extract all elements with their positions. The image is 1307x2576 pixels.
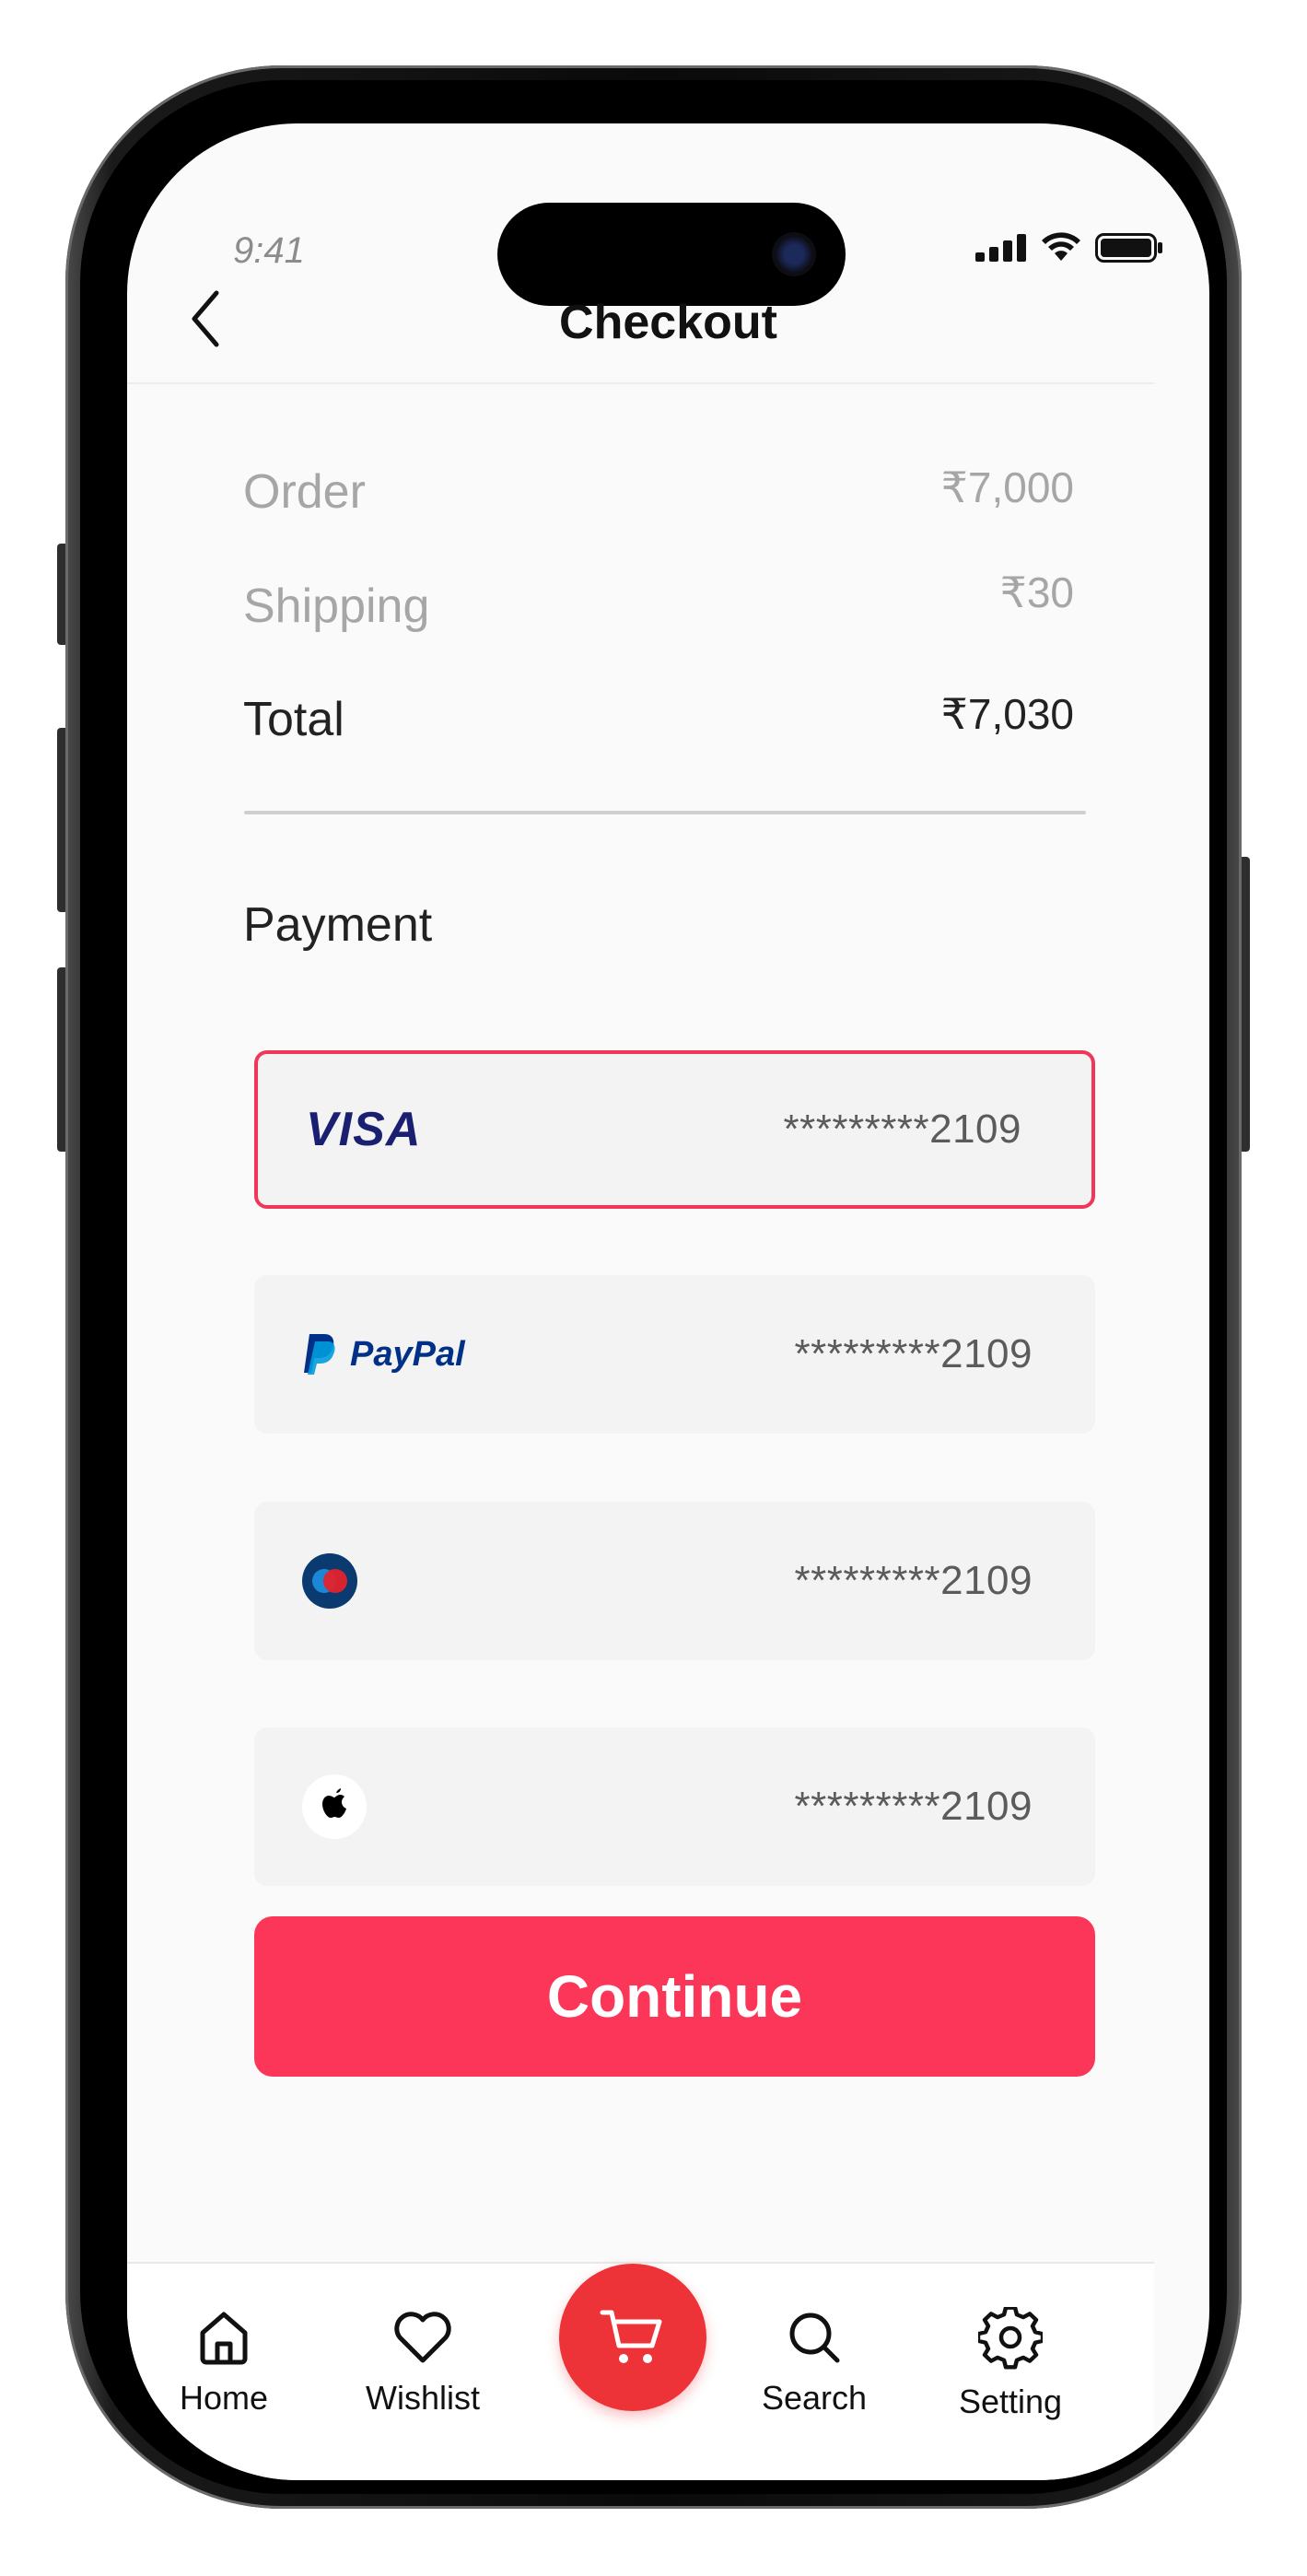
order-value: ₹7,000 xyxy=(940,463,1074,511)
payment-option-visa[interactable]: VISA *********2109 xyxy=(254,1050,1095,1209)
paypal-logo-text-full: PayPal xyxy=(350,1334,465,1374)
shipping-value: ₹30 xyxy=(999,568,1074,616)
tab-setting[interactable]: Setting xyxy=(932,2307,1089,2421)
wifi-icon xyxy=(1042,232,1080,261)
tab-home[interactable]: Home xyxy=(146,2307,302,2418)
card-number: *********2109 xyxy=(794,1331,1033,1376)
tab-search[interactable]: Search xyxy=(736,2307,893,2418)
cart-button[interactable] xyxy=(559,2264,706,2411)
continue-button[interactable]: Continue xyxy=(254,1916,1095,2077)
paypal-logo: PayPal xyxy=(302,1332,465,1376)
total-label: Total xyxy=(243,693,344,746)
status-time: 9:41 xyxy=(233,230,305,271)
app-screen: 9:41 Checkout Order ₹7,000 Shipping ₹30 … xyxy=(127,123,1209,2480)
dynamic-island xyxy=(497,203,846,306)
card-number: *********2109 xyxy=(794,1784,1033,1829)
total-value: ₹7,030 xyxy=(940,690,1074,738)
paypal-icon xyxy=(304,1334,335,1375)
order-label: Order xyxy=(243,465,366,519)
camera-icon xyxy=(772,232,816,276)
signal-icon xyxy=(975,234,1026,262)
payment-title: Payment xyxy=(243,898,433,952)
phone-frame: 9:41 Checkout Order ₹7,000 Shipping ₹30 … xyxy=(65,65,1242,2509)
card-number: *********2109 xyxy=(783,1107,1021,1152)
visa-logo-text: VISA xyxy=(306,1103,422,1156)
tab-wishlist[interactable]: Wishlist xyxy=(344,2307,501,2418)
maestro-icon xyxy=(302,1553,357,1609)
apple-icon xyxy=(302,1774,367,1839)
payment-option-paypal[interactable]: PayPal *********2109 xyxy=(254,1275,1095,1434)
card-number: *********2109 xyxy=(794,1558,1033,1603)
tab-label: Wishlist xyxy=(366,2379,480,2417)
apple-pay-logo xyxy=(302,1774,367,1839)
tab-label: Home xyxy=(179,2379,269,2417)
search-icon xyxy=(789,2313,840,2363)
page-title: Checkout xyxy=(559,296,777,349)
payment-option-maestro[interactable]: *********2109 xyxy=(254,1502,1095,1660)
summary-divider xyxy=(244,811,1086,814)
status-icons xyxy=(975,232,1163,263)
heart-icon xyxy=(394,2312,451,2363)
header-divider xyxy=(127,382,1154,384)
battery-icon xyxy=(1095,233,1162,263)
paypal-logo-text: PayPal xyxy=(350,1335,465,1375)
cart-icon xyxy=(600,2310,662,2363)
payment-option-apple-pay[interactable]: *********2109 xyxy=(254,1727,1095,1886)
gear-icon xyxy=(978,2307,1043,2370)
phone-bezel: 9:41 Checkout Order ₹7,000 Shipping ₹30 … xyxy=(80,80,1227,2494)
shipping-label: Shipping xyxy=(243,580,430,633)
maestro-logo xyxy=(302,1553,357,1609)
device-mockup: 9:41 Checkout Order ₹7,000 Shipping ₹30 … xyxy=(0,0,1307,2576)
tab-label: Search xyxy=(761,2379,868,2417)
tab-label: Setting xyxy=(958,2383,1063,2420)
home-icon xyxy=(200,2312,248,2365)
visa-logo: VISA xyxy=(306,1102,421,1157)
